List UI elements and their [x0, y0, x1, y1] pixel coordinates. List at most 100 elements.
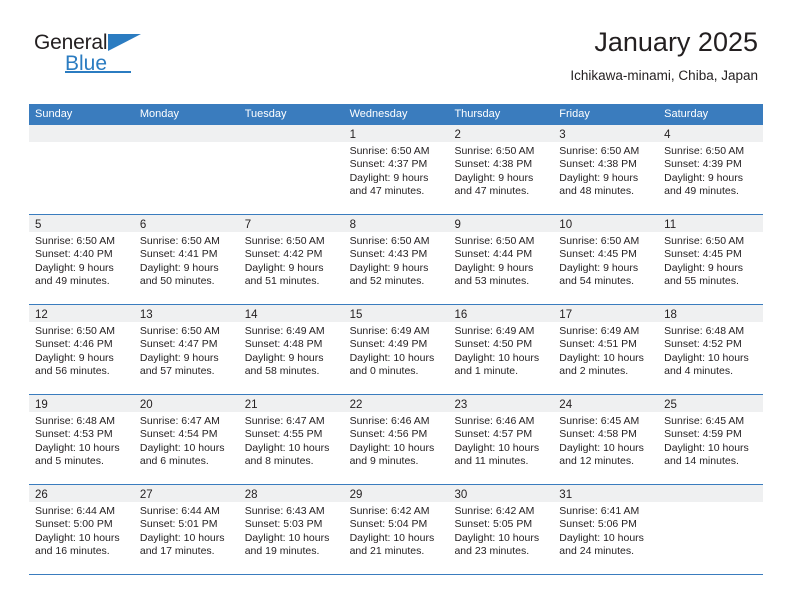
daylight-text-line2: and 21 minutes. [349, 544, 425, 557]
daylight-text-line2: and 2 minutes. [559, 364, 629, 377]
day-cell[interactable]: 13 Sunrise: 6:50 AM Sunset: 4:47 PM Dayligh… [133, 305, 239, 394]
day-sun-info: Sunrise: 6:41 AM Sunset: 5:06 PM Daylight:… [553, 502, 658, 558]
day-cell[interactable]: 8 Sunrise: 6:50 AM Sunset: 4:43 PM Daylight… [343, 215, 449, 304]
day-cell[interactable]: 14 Sunrise: 6:49 AM Sunset: 4:48 PM Dayligh… [238, 305, 344, 394]
sunrise-text: Sunrise: 6:48 AM [664, 325, 745, 337]
sunrise-text: Sunrise: 6:48 AM [35, 415, 115, 427]
page-header: General Blue January 2025 Ichikawa-minam… [0, 26, 792, 98]
daylight-text-line2: and 4 minutes. [664, 364, 734, 377]
day-cell[interactable]: 29 Sunrise: 6:42 AM Sunset: 5:04 PM Dayligh… [343, 485, 449, 574]
sunset-text: Sunset: 5:06 PM [559, 518, 637, 531]
day-cell[interactable]: 20 Sunrise: 6:47 AM Sunset: 4:54 PM Dayligh… [133, 395, 239, 484]
day-cell[interactable]: 1 Sunrise: 6:50 AM Sunset: 4:37 PM Daylight… [343, 125, 449, 214]
day-sun-info: Sunrise: 6:45 AM Sunset: 4:59 PM Daylight:… [658, 412, 763, 468]
day-number: 30 [454, 489, 468, 501]
day-cell[interactable]: 27 Sunrise: 6:44 AM Sunset: 5:01 PM Dayligh… [133, 485, 239, 574]
day-number: 22 [349, 399, 363, 411]
day-number-band: 16 [448, 305, 554, 322]
weekday-header-saturday: Saturday [664, 108, 709, 120]
day-cell[interactable]: 5 Sunrise: 6:50 AM Sunset: 4:40 PM Daylight… [29, 215, 134, 304]
day-cell[interactable]: 16 Sunrise: 6:49 AM Sunset: 4:50 PM Dayligh… [448, 305, 554, 394]
day-sun-info: Sunrise: 6:50 AM Sunset: 4:41 PM Daylight:… [134, 232, 239, 288]
day-cell[interactable]: 12 Sunrise: 6:50 AM Sunset: 4:46 PM Dayligh… [29, 305, 134, 394]
daylight-text-line2: and 8 minutes. [244, 454, 314, 467]
daylight-text-line2: and 49 minutes. [664, 184, 739, 197]
day-cell[interactable]: 11 Sunrise: 6:50 AM Sunset: 4:45 PM Dayligh… [658, 215, 764, 304]
daylight-text-line2: and 23 minutes. [454, 544, 530, 557]
day-number: 10 [559, 219, 573, 231]
day-cell[interactable]: 28 Sunrise: 6:43 AM Sunset: 5:03 PM Dayligh… [238, 485, 344, 574]
sunset-text: Sunset: 4:57 PM [454, 428, 533, 441]
day-cell[interactable]: 30 Sunrise: 6:42 AM Sunset: 5:05 PM Dayligh… [448, 485, 554, 574]
day-number: 6 [139, 219, 147, 231]
calendar-weeks: 1 Sunrise: 6:50 AM Sunset: 4:37 PM Daylight… [29, 125, 764, 574]
daylight-text-line1: Daylight: 10 hours [664, 441, 749, 454]
day-cell[interactable]: 25 Sunrise: 6:45 AM Sunset: 4:59 PM Dayligh… [658, 395, 764, 484]
day-number-band: 19 [29, 395, 134, 412]
daylight-text-line2: and 11 minutes. [454, 454, 529, 467]
day-cell[interactable]: 2 Sunrise: 6:50 AM Sunset: 4:38 PM Daylight… [448, 125, 554, 214]
day-number-band: 23 [448, 395, 554, 412]
sunrise-text: Sunrise: 6:50 AM [139, 235, 220, 247]
day-number-band: 5 [29, 215, 134, 232]
day-number-band: 7 [238, 215, 344, 232]
day-number-band: 3 [553, 125, 659, 142]
calendar-bottom-rule [29, 574, 763, 575]
day-cell[interactable]: 15 Sunrise: 6:49 AM Sunset: 4:49 PM Dayligh… [343, 305, 449, 394]
sunset-text: Sunset: 4:51 PM [559, 338, 637, 351]
day-cell[interactable]: 31 Sunrise: 6:41 AM Sunset: 5:06 PM Dayligh… [553, 485, 659, 574]
day-number: 4 [664, 129, 671, 141]
day-cell[interactable]: 10 Sunrise: 6:50 AM Sunset: 4:45 PM Dayligh… [553, 215, 659, 304]
sunset-text: Sunset: 4:40 PM [35, 248, 113, 261]
day-cell[interactable]: 23 Sunrise: 6:46 AM Sunset: 4:57 PM Dayligh… [448, 395, 554, 484]
day-sun-info: Sunrise: 6:46 AM Sunset: 4:57 PM Daylight:… [448, 412, 553, 468]
day-cell[interactable]: 26 Sunrise: 6:44 AM Sunset: 5:00 PM Dayligh… [29, 485, 134, 574]
day-cell[interactable]: 22 Sunrise: 6:46 AM Sunset: 4:56 PM Dayligh… [343, 395, 449, 484]
day-number: 31 [559, 489, 573, 501]
day-cell-empty [238, 125, 344, 214]
sunset-text: Sunset: 4:37 PM [349, 158, 428, 171]
sunset-text: Sunset: 4:47 PM [139, 338, 218, 351]
day-sun-info: Sunrise: 6:50 AM Sunset: 4:39 PM Daylight:… [658, 142, 763, 198]
day-cell[interactable]: 17 Sunrise: 6:49 AM Sunset: 4:51 PM Dayligh… [553, 305, 659, 394]
day-cell[interactable]: 4 Sunrise: 6:50 AM Sunset: 4:39 PM Daylight… [658, 125, 764, 214]
day-sun-info: Sunrise: 6:49 AM Sunset: 4:49 PM Daylight:… [344, 322, 449, 378]
daylight-text-line1: Daylight: 10 hours [244, 441, 330, 454]
sunset-text: Sunset: 4:41 PM [139, 248, 218, 261]
calendar-week-row: 19 Sunrise: 6:48 AM Sunset: 4:53 PM Dayligh… [29, 394, 764, 484]
daylight-text-line1: Daylight: 9 hours [454, 171, 534, 184]
day-cell[interactable]: 24 Sunrise: 6:45 AM Sunset: 4:58 PM Dayligh… [553, 395, 659, 484]
day-sun-info: Sunrise: 6:50 AM Sunset: 4:45 PM Daylight:… [658, 232, 763, 288]
day-number: 25 [664, 399, 677, 411]
sunset-text: Sunset: 4:42 PM [244, 248, 323, 261]
sunset-text: Sunset: 4:58 PM [559, 428, 637, 441]
general-blue-logo[interactable]: General Blue [34, 26, 164, 82]
day-cell[interactable]: 18 Sunrise: 6:48 AM Sunset: 4:52 PM Dayligh… [658, 305, 764, 394]
day-cell[interactable]: 7 Sunrise: 6:50 AM Sunset: 4:42 PM Daylight… [238, 215, 344, 304]
day-number: 27 [139, 489, 153, 501]
day-number: 14 [244, 309, 258, 321]
sunrise-text: Sunrise: 6:50 AM [35, 325, 115, 337]
daylight-text-line2: and 16 minutes. [35, 544, 110, 557]
day-number-band: 26 [29, 485, 134, 502]
day-number: 16 [454, 309, 468, 321]
day-cell[interactable]: 21 Sunrise: 6:47 AM Sunset: 4:55 PM Dayligh… [238, 395, 344, 484]
day-cell[interactable]: 9 Sunrise: 6:50 AM Sunset: 4:44 PM Daylight… [448, 215, 554, 304]
sunrise-text: Sunrise: 6:45 AM [559, 415, 640, 427]
sunrise-text: Sunrise: 6:50 AM [349, 145, 430, 157]
day-cell[interactable]: 19 Sunrise: 6:48 AM Sunset: 4:53 PM Dayligh… [29, 395, 134, 484]
day-cell[interactable]: 6 Sunrise: 6:50 AM Sunset: 4:41 PM Daylight… [133, 215, 239, 304]
daylight-text-line1: Daylight: 10 hours [139, 531, 225, 544]
day-number-band [29, 125, 134, 142]
sunset-text: Sunset: 4:54 PM [139, 428, 218, 441]
sunrise-text: Sunrise: 6:42 AM [349, 505, 430, 517]
day-number: 5 [35, 219, 42, 231]
day-sun-info: Sunrise: 6:47 AM Sunset: 4:55 PM Daylight:… [239, 412, 344, 468]
day-sun-info: Sunrise: 6:44 AM Sunset: 5:01 PM Daylight:… [134, 502, 239, 558]
sunrise-text: Sunrise: 6:47 AM [244, 415, 325, 427]
day-cell[interactable]: 3 Sunrise: 6:50 AM Sunset: 4:38 PM Daylight… [553, 125, 659, 214]
sunrise-text: Sunrise: 6:47 AM [139, 415, 220, 427]
day-sun-info: Sunrise: 6:44 AM Sunset: 5:00 PM Daylight:… [29, 502, 134, 558]
sunset-text: Sunset: 4:55 PM [244, 428, 323, 441]
daylight-text-line2: and 56 minutes. [35, 364, 110, 377]
